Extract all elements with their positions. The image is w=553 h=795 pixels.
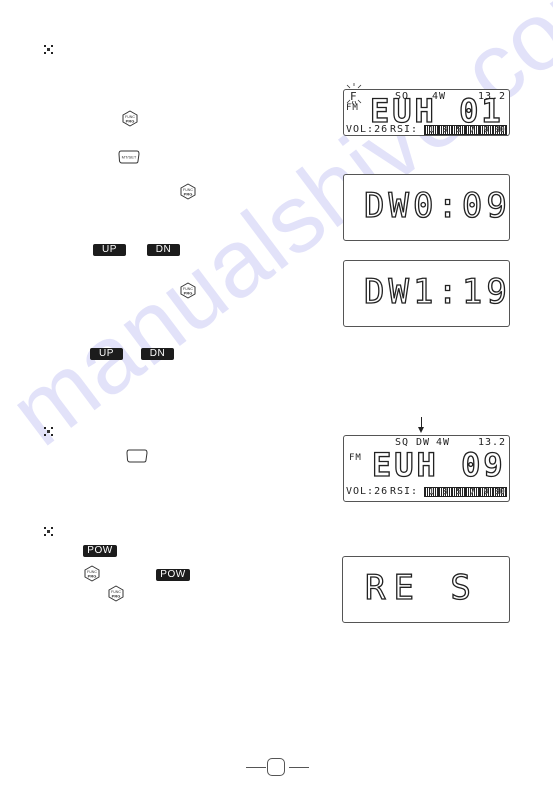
rsi-meter: 1 3 5 7 9 30 — [424, 487, 507, 497]
page-number — [267, 758, 285, 776]
rsi-segment: 5 — [452, 487, 467, 496]
rsi-segment: 9 — [479, 487, 494, 496]
svg-text:PRG: PRG — [184, 291, 193, 296]
mode-indicator: FM — [349, 453, 362, 463]
lcd-text: DW0:09 — [363, 185, 511, 226]
lcd-display-main: F SQ 4W 13.2 FM EUH 01 VOL:26 RSI: 1 3 5… — [343, 83, 510, 136]
rsi-label: RSI: — [390, 124, 419, 135]
lcd-display-dw-active: SQ DW 4W 13.2 FM EUH 09 VOL:26 RSI: 1 3 … — [343, 435, 510, 502]
mt-set-key-icon: MT/SET — [118, 150, 140, 164]
svg-text:PRG: PRG — [88, 574, 97, 579]
pow-key-icon: POW — [156, 569, 190, 581]
rsi-label: RSI: — [390, 486, 419, 497]
rsi-segment: 30 — [493, 125, 507, 134]
rsi-segment: 7 — [466, 487, 480, 496]
func-prg-key-icon: FUNC PRG — [107, 585, 125, 602]
rsi-segment: 30 — [493, 487, 507, 496]
page-number-rule-right — [289, 767, 309, 768]
rsi-segment: 7 — [466, 125, 480, 134]
svg-text:MT/SET: MT/SET — [122, 155, 137, 160]
svg-text:PRG: PRG — [126, 119, 135, 124]
lcd-display-dw1: DW1:19 — [343, 260, 510, 327]
f-indicator: F — [350, 90, 358, 103]
func-prg-key-icon: FUNC PRG — [83, 565, 101, 582]
blank-key-icon — [126, 449, 148, 463]
dn-key-icon: DN — [141, 348, 174, 360]
svg-text:PRG: PRG — [184, 192, 193, 197]
dn-key-icon: DN — [147, 244, 180, 256]
section-bullet-icon — [44, 45, 53, 54]
up-key-icon: UP — [90, 348, 123, 360]
rsi-segment: 3 — [438, 125, 453, 134]
lcd-display-dw0: DW0:09 — [343, 174, 510, 241]
rsi-segment: 1 — [425, 125, 439, 134]
rsi-segment: 9 — [479, 125, 494, 134]
func-prg-key-icon: FUNC PRG — [179, 282, 197, 299]
section-bullet-icon — [44, 527, 53, 536]
channel-name: EUH 09 — [371, 445, 506, 484]
func-prg-key-icon: FUNC PRG — [179, 183, 197, 200]
lcd-display-reset: RE S — [342, 556, 510, 623]
volume-readout: VOL:26 — [346, 486, 389, 497]
lcd-text: DW1:19 — [363, 271, 511, 312]
func-prg-key-icon: FUNC PRG — [121, 110, 139, 127]
pointer-arrow-icon — [417, 427, 424, 433]
lcd-text: RE S — [364, 567, 479, 608]
mode-indicator: FM — [346, 103, 359, 113]
page-number-rule-left — [246, 767, 266, 768]
rsi-segment: 1 — [425, 487, 439, 496]
up-key-icon: UP — [93, 244, 126, 256]
svg-text:PRG: PRG — [112, 594, 121, 599]
pow-key-icon: POW — [83, 545, 117, 557]
section-bullet-icon — [44, 427, 53, 436]
volume-readout: VOL:26 — [346, 124, 389, 135]
rsi-segment: 5 — [452, 125, 467, 134]
rsi-segment: 3 — [438, 487, 453, 496]
rsi-meter: 1 3 5 7 9 30 — [424, 125, 507, 135]
